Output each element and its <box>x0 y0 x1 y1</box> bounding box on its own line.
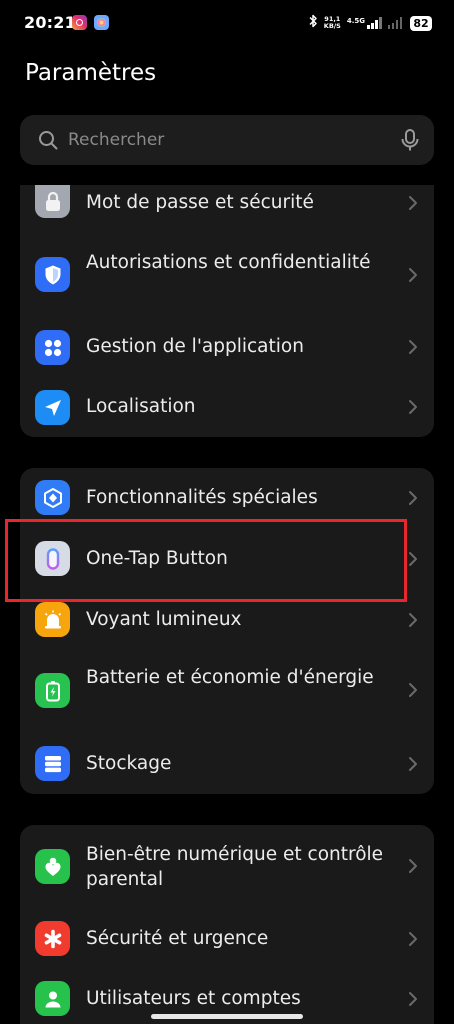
digital-wellbeing-icon <box>35 849 70 884</box>
home-indicator[interactable] <box>151 1014 303 1019</box>
notification-light-icon <box>35 602 70 637</box>
user-icon <box>35 981 70 1016</box>
network-speed: 91,1 KB/S <box>324 16 341 30</box>
settings-item-label: Autorisations et confidentialité <box>86 252 371 273</box>
chevron-right-icon <box>409 340 417 354</box>
settings-item-battery[interactable]: Batterie et économie d'énergie <box>20 654 434 726</box>
one-tap-button-icon <box>35 541 70 576</box>
status-indicators: 91,1 KB/S 4.5G 82 <box>309 13 432 33</box>
battery-icon <box>35 673 70 708</box>
chevron-right-icon <box>409 552 417 566</box>
chevron-right-icon <box>409 400 417 414</box>
battery-indicator: 82 <box>410 15 432 31</box>
location-arrow-icon <box>35 390 70 425</box>
settings-item-storage[interactable]: Stockage <box>20 734 434 794</box>
settings-item-special-features[interactable]: Fonctionnalités spéciales <box>20 468 434 528</box>
settings-item-permissions-privacy[interactable]: Autorisations et confidentialité <box>20 240 434 310</box>
special-features-icon <box>35 480 70 515</box>
search-input[interactable] <box>68 115 388 165</box>
lock-icon <box>35 185 70 218</box>
settings-item-label: Batterie et économie d'énergie <box>86 667 374 688</box>
settings-item-label: Stockage <box>86 753 172 774</box>
status-time: 20:21 <box>24 13 76 32</box>
chevron-right-icon <box>409 757 417 771</box>
settings-item-app-management[interactable]: Gestion de l'application <box>20 317 434 377</box>
settings-group-wellbeing: Bien-être numérique et contrôle parental… <box>20 825 434 1024</box>
settings-item-label: Fonctionnalités spéciales <box>86 487 318 508</box>
emergency-icon <box>35 921 70 956</box>
settings-screen: 20:21 91,1 KB/S 4.5G 82 Paramètres Reche… <box>0 0 454 1024</box>
settings-item-one-tap-button[interactable]: One-Tap Button <box>20 528 434 590</box>
chevron-right-icon <box>409 992 417 1006</box>
settings-item-safety-emergency[interactable]: Sécurité et urgence <box>20 909 434 969</box>
storage-icon <box>35 746 70 781</box>
chevron-right-icon <box>409 491 417 505</box>
status-bar: 20:21 91,1 KB/S 4.5G 82 <box>0 0 454 46</box>
signal-bars-2-icon <box>387 17 402 29</box>
chevron-right-icon <box>409 613 417 627</box>
mobile-signal-1: 4.5G <box>347 17 382 29</box>
search-icon <box>39 131 58 150</box>
settings-item-notification-light[interactable]: Voyant lumineux <box>20 590 434 650</box>
search-bar[interactable] <box>20 115 434 165</box>
chevron-right-icon <box>409 859 417 873</box>
settings-item-digital-wellbeing[interactable]: Bien-être numérique et contrôle parental <box>20 825 434 907</box>
chevron-right-icon <box>409 932 417 946</box>
instagram-notification-icon <box>72 15 87 30</box>
settings-item-label: One-Tap Button <box>86 548 228 569</box>
gallery-notification-icon <box>94 15 109 30</box>
settings-group-features: Fonctionnalités spéciales One-Tap Button… <box>20 468 434 794</box>
settings-group-security: Mot de passe et sécurité Autorisations e… <box>20 185 434 437</box>
settings-item-label: Localisation <box>86 396 196 417</box>
microphone-icon[interactable] <box>400 128 420 152</box>
shield-icon <box>35 257 70 292</box>
network-speed-unit: KB/S <box>323 22 341 30</box>
apps-grid-icon <box>35 330 70 365</box>
chevron-right-icon <box>409 268 417 282</box>
page-title: Paramètres <box>25 60 157 86</box>
settings-item-label: Bien-être numérique et contrôle parental <box>86 844 384 890</box>
chevron-right-icon <box>409 683 417 697</box>
settings-item-location[interactable]: Localisation <box>20 377 434 437</box>
settings-item-password-security[interactable]: Mot de passe et sécurité <box>20 185 434 221</box>
settings-item-label: Sécurité et urgence <box>86 928 269 949</box>
settings-item-label: Utilisateurs et comptes <box>86 988 301 1009</box>
network-type-label: 4.5G <box>346 17 365 25</box>
chevron-right-icon <box>409 196 417 210</box>
settings-item-label: Mot de passe et sécurité <box>86 192 314 213</box>
bluetooth-icon <box>309 14 318 32</box>
settings-item-label: Gestion de l'application <box>86 336 304 357</box>
signal-bars-icon <box>367 17 382 29</box>
settings-item-label: Voyant lumineux <box>86 609 242 630</box>
